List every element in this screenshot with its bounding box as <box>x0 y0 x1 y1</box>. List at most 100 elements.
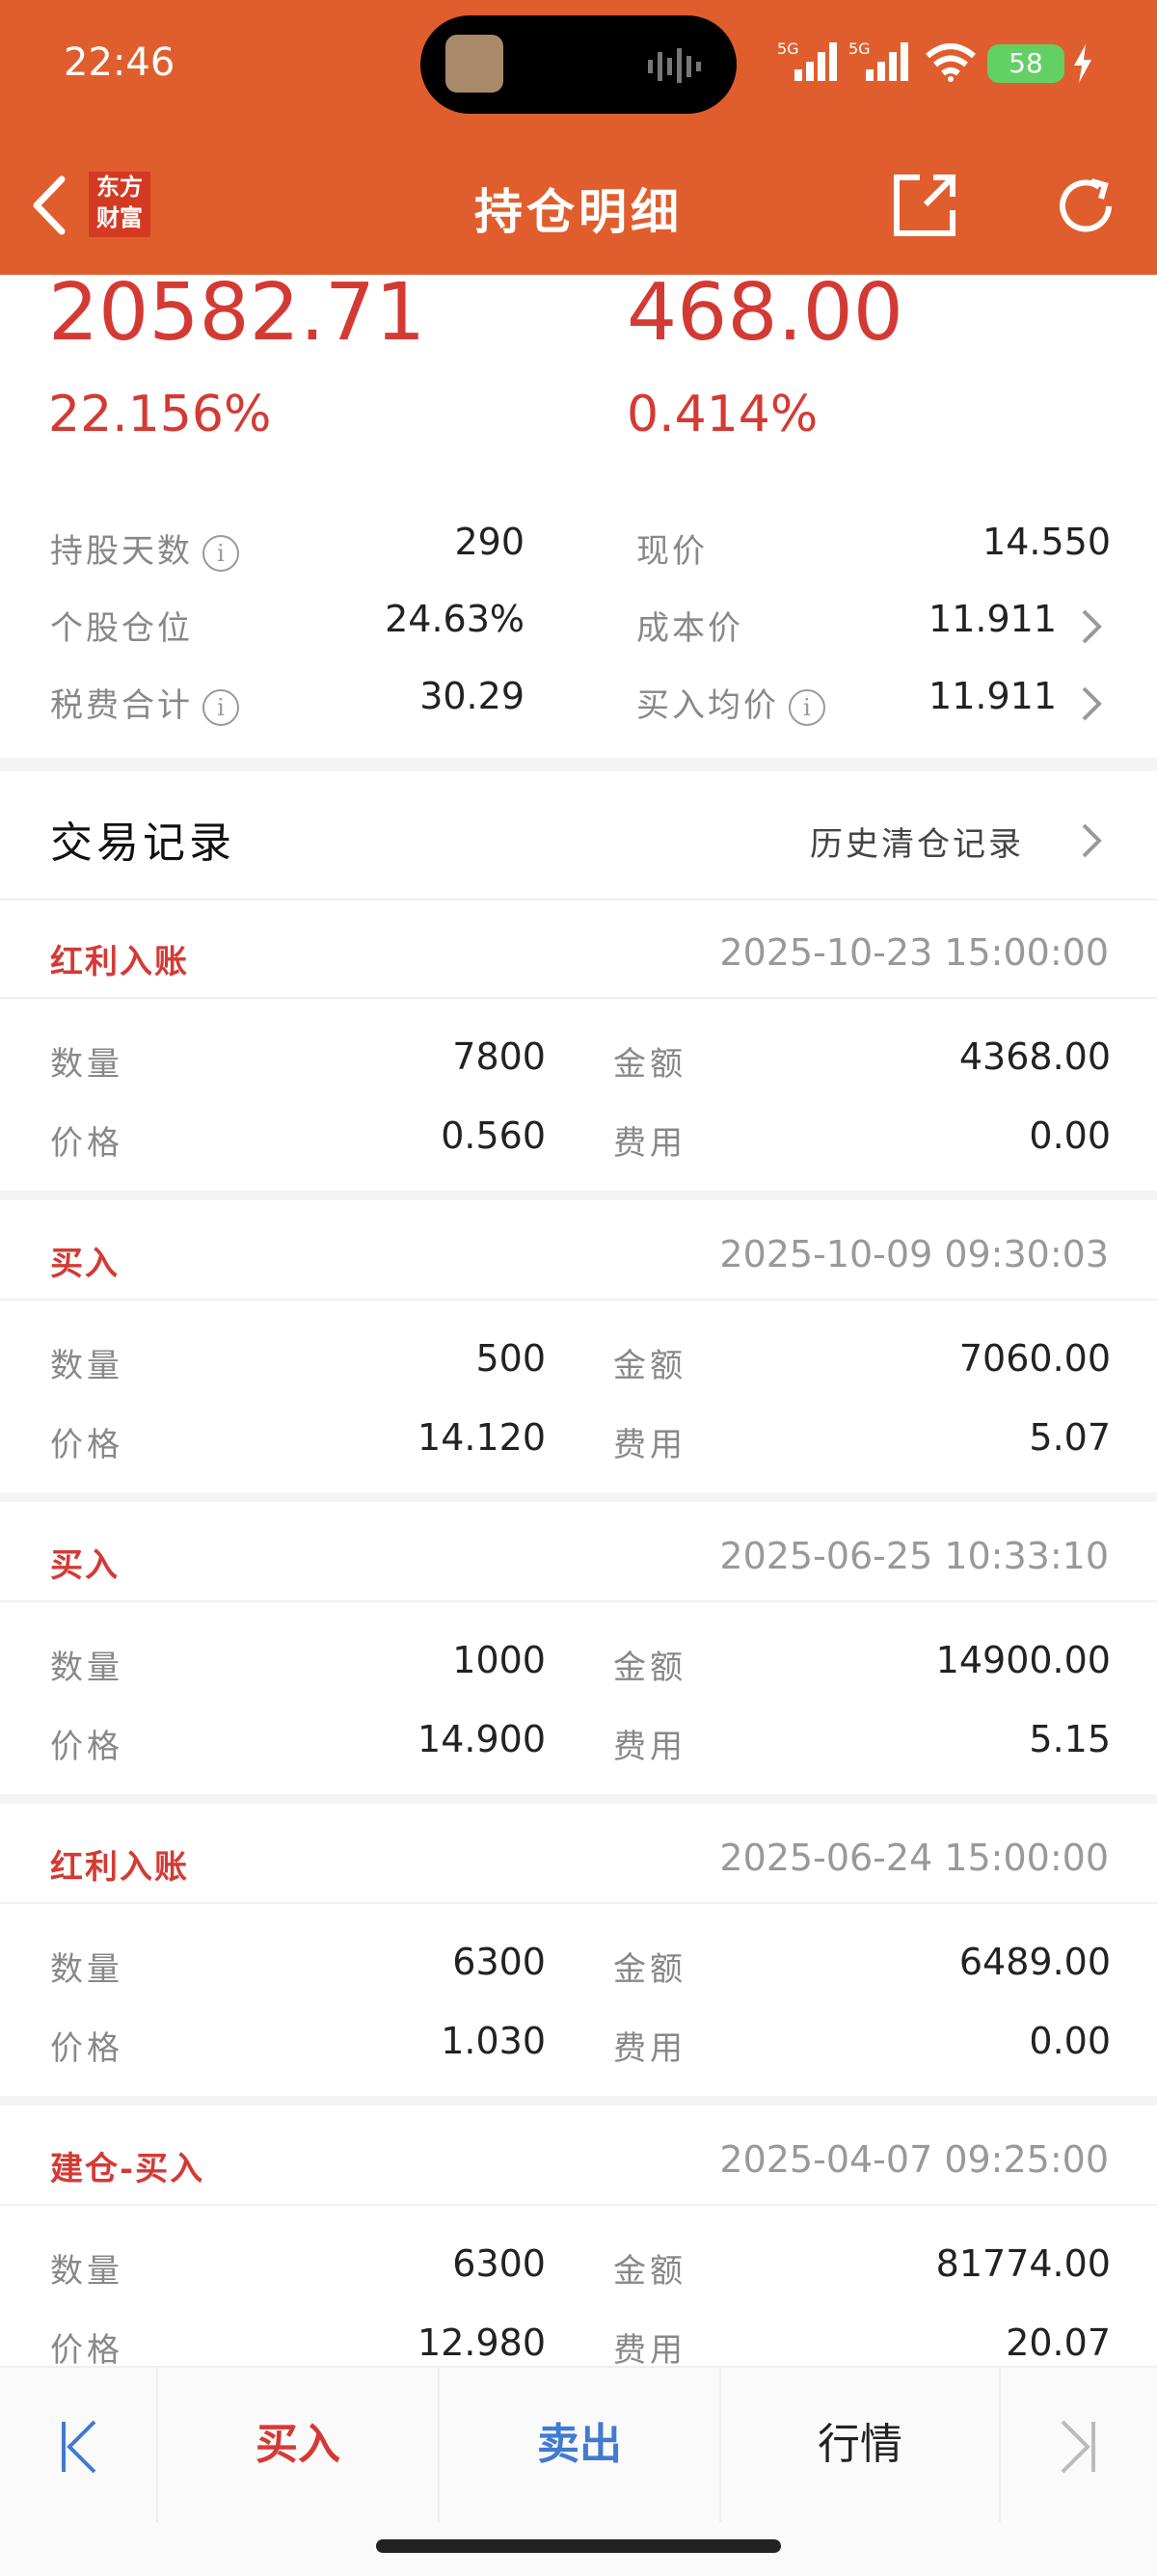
qty-value: 7800 <box>452 1035 546 1078</box>
price-value: 14.120 <box>417 1416 546 1459</box>
record-type: 红利入账 <box>50 943 189 981</box>
divider <box>0 1600 1157 1602</box>
amount-label: 金额 <box>613 2252 686 2291</box>
status-icons: 5G 5G 58 <box>777 35 1134 93</box>
share-icon[interactable] <box>891 170 960 239</box>
record-datetime: 2025-10-23 15:00:00 <box>719 931 1109 974</box>
fee-label: 费用 <box>613 1426 686 1464</box>
first-page-icon[interactable] <box>58 2418 100 2476</box>
position-label: 个股仓位 <box>50 609 193 648</box>
info-icon[interactable]: i <box>202 689 239 726</box>
chevron-right-icon[interactable] <box>1080 684 1103 723</box>
sell-button[interactable]: 卖出 <box>440 2368 719 2522</box>
price-label: 价格 <box>50 1728 123 1766</box>
fee-value: 5.15 <box>1029 1718 1111 1760</box>
now-playing-thumbnail <box>445 35 503 93</box>
home-indicator[interactable] <box>376 2539 781 2553</box>
fee-label: 费用 <box>613 2331 686 2370</box>
chevron-right-icon[interactable] <box>1080 607 1103 646</box>
history-link[interactable]: 历史清仓记录 <box>810 818 1024 865</box>
signal-5g-icon-2: 5G <box>848 40 908 81</box>
charging-bolt-icon <box>1074 44 1091 83</box>
price-value: 14.900 <box>417 1718 546 1760</box>
qty-label: 数量 <box>50 1950 123 1989</box>
daily-amount: 468.00 <box>627 267 903 359</box>
price-value: 12.980 <box>417 2321 546 2364</box>
divider <box>0 997 1157 999</box>
qty-value: 6300 <box>452 2242 546 2285</box>
qty-value: 6300 <box>452 1941 546 1983</box>
app-header: 22:46 5G 5G 58 东方 财富 持仓明细 <box>0 0 1157 275</box>
fee-value: 0.00 <box>1029 1114 1111 1157</box>
qty-value: 1000 <box>452 1639 546 1681</box>
record-type: 买入 <box>50 1546 120 1585</box>
info-icon[interactable]: i <box>202 535 239 572</box>
status-time: 22:46 <box>64 40 175 85</box>
divider <box>0 2204 1157 2206</box>
qty-label: 数量 <box>50 2252 123 2291</box>
amount-value: 6489.00 <box>958 1941 1111 1983</box>
fee-value: 0.00 <box>1029 2020 1111 2062</box>
hold-days-value: 290 <box>454 521 525 563</box>
page-title: 持仓明细 <box>474 183 683 240</box>
signal-5g-icon: 5G <box>777 40 837 81</box>
record-type: 建仓-买入 <box>50 2150 205 2188</box>
daily-percent: 0.414% <box>627 386 819 443</box>
battery-level: 58 <box>987 44 1064 83</box>
hold-days-label[interactable]: 持股天数 i <box>50 524 239 572</box>
record-type: 红利入账 <box>50 1848 189 1887</box>
amount-label: 金额 <box>613 1950 686 1989</box>
refresh-icon[interactable] <box>1049 170 1122 243</box>
profit-amount: 20582.71 <box>48 267 426 359</box>
price-label: 价格 <box>50 2331 123 2370</box>
record-datetime: 2025-06-25 10:33:10 <box>719 1535 1109 1577</box>
info-row-3: 税费合计 i 30.29 买入均价 i 11.911 <box>0 675 1157 733</box>
qty-value: 500 <box>475 1337 546 1380</box>
price-label: 价格 <box>50 1426 123 1464</box>
price-label: 价格 <box>50 1124 123 1163</box>
record-datetime: 2025-10-09 09:30:03 <box>719 1233 1109 1275</box>
fee-label: 费用 <box>613 1728 686 1766</box>
amount-label: 金额 <box>613 1649 686 1687</box>
record-type: 买入 <box>50 1245 120 1283</box>
cost-price-value[interactable]: 11.911 <box>868 598 1057 640</box>
current-price-label: 现价 <box>636 532 708 571</box>
record-datetime: 2025-06-24 15:00:00 <box>719 1837 1109 1879</box>
current-price-value: 14.550 <box>982 521 1111 563</box>
svg-text:5G: 5G <box>848 40 871 58</box>
trade-records-title: 交易记录 <box>50 818 235 868</box>
market-button[interactable]: 行情 <box>721 2368 999 2522</box>
record-divider <box>0 1492 1157 1502</box>
section-divider <box>0 758 1157 771</box>
qty-label: 数量 <box>50 1649 123 1687</box>
fee-value: 5.07 <box>1029 1416 1111 1459</box>
amount-value: 14900.00 <box>935 1639 1111 1681</box>
profit-percent: 22.156% <box>48 386 272 443</box>
buy-button[interactable]: 买入 <box>158 2368 438 2522</box>
amount-value: 7060.00 <box>958 1337 1111 1380</box>
qty-label: 数量 <box>50 1347 123 1385</box>
wifi-icon <box>926 43 976 82</box>
record-divider <box>0 2096 1157 2106</box>
chevron-right-icon[interactable] <box>1080 821 1103 860</box>
avg-buy-label[interactable]: 买入均价 i <box>636 679 825 726</box>
fee-label: 费用 <box>613 1124 686 1163</box>
price-value: 0.560 <box>441 1114 546 1157</box>
divider <box>0 1299 1157 1301</box>
tax-label[interactable]: 税费合计 i <box>50 679 239 726</box>
divider <box>0 899 1157 900</box>
avg-buy-value[interactable]: 11.911 <box>868 675 1057 717</box>
last-page-icon[interactable] <box>1057 2418 1099 2476</box>
price-value: 1.030 <box>441 2020 546 2062</box>
price-label: 价格 <box>50 2029 123 2068</box>
amount-value: 81774.00 <box>935 2242 1111 2285</box>
amount-label: 金额 <box>613 1045 686 1084</box>
cost-price-label: 成本价 <box>636 609 743 648</box>
fee-value: 20.07 <box>1006 2321 1111 2364</box>
fee-label: 费用 <box>613 2029 686 2068</box>
info-row-2: 个股仓位 24.63% 成本价 11.911 <box>0 598 1157 656</box>
separator <box>999 2368 1001 2522</box>
record-datetime: 2025-04-07 09:25:00 <box>719 2138 1109 2181</box>
svg-text:5G: 5G <box>777 40 799 58</box>
info-icon[interactable]: i <box>789 689 825 726</box>
